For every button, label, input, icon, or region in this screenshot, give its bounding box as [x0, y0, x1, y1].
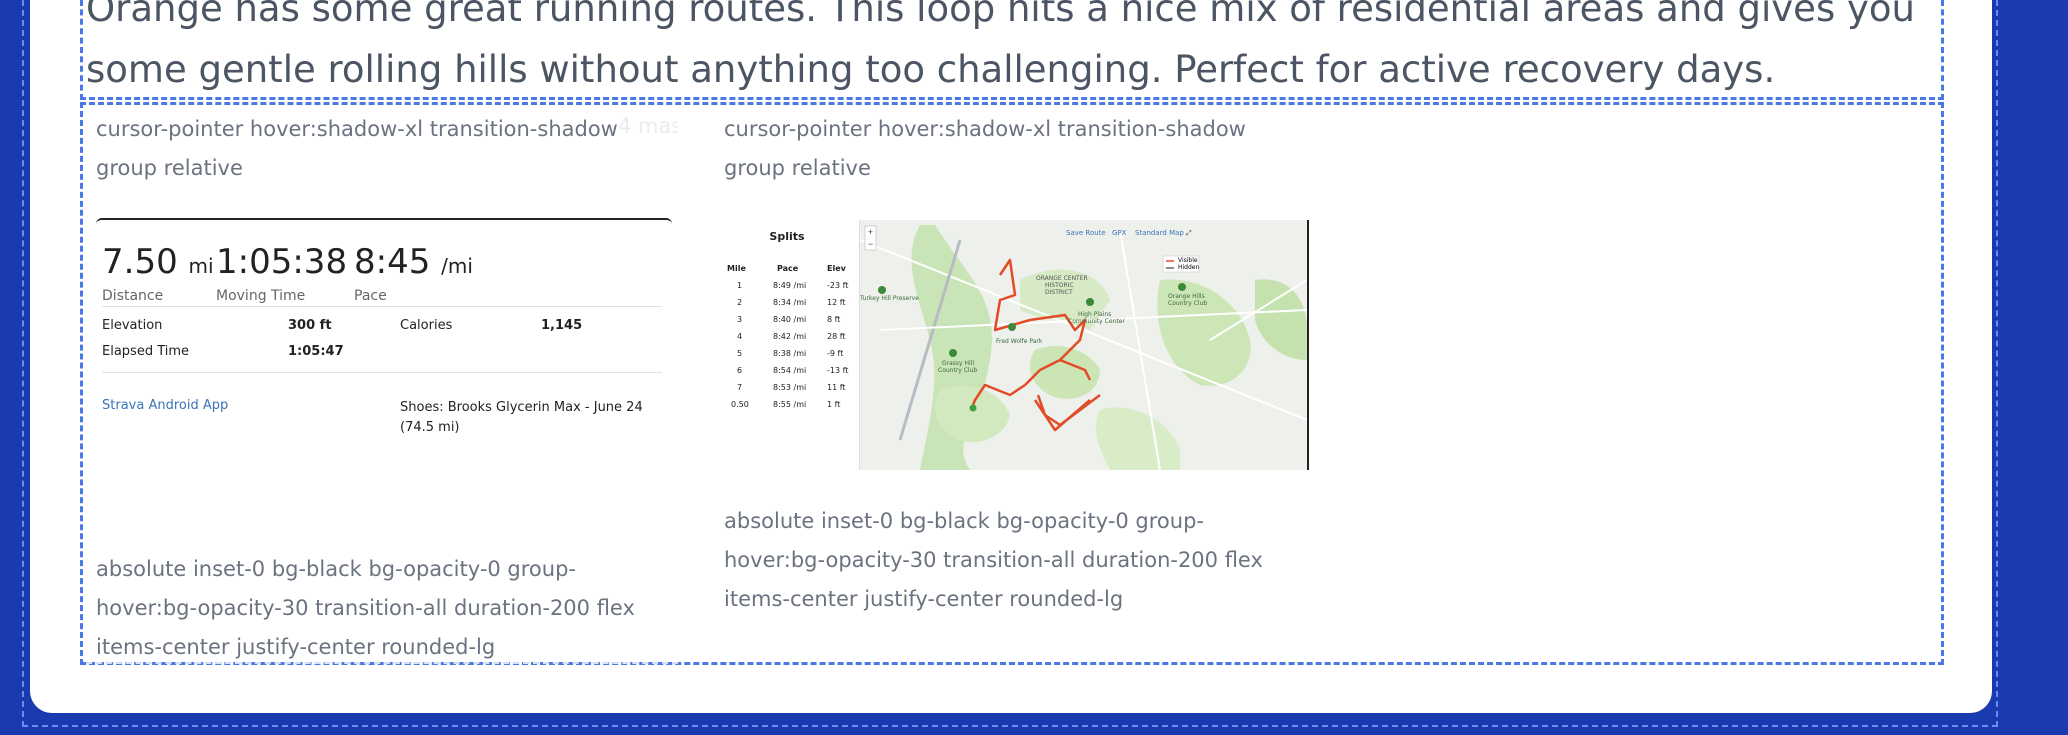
route-description: Orange has some great running routes. Th…	[86, 0, 1915, 91]
activity-screenshot-1[interactable]: 7.50 mi Distance 1:05:38 Moving Time 8:4…	[96, 218, 672, 435]
map-label-historic: HISTORIC	[1045, 282, 1074, 289]
splits-table: Splits Mile Pace Elev 1 8:49 /mi -23 ft …	[715, 220, 860, 470]
splits-title: Splits	[769, 230, 805, 243]
split-elev: 1 ft	[827, 400, 841, 409]
gallery-item-2-overlay-line1: absolute inset-0 bg-black bg-opacity-0 g…	[724, 509, 1204, 533]
divider	[102, 372, 662, 373]
elapsed-time-label: Elapsed Time	[102, 344, 190, 359]
activity-screenshot-2[interactable]: Splits Mile Pace Elev 1 8:49 /mi -23 ft …	[715, 220, 1309, 470]
elevation-label: Elevation	[102, 318, 163, 333]
splits-header-pace: Pace	[777, 264, 799, 273]
gallery-item-2-overlay-line2: hover:bg-opacity-30 transition-all durat…	[724, 548, 1263, 572]
splits-header-elev: Elev	[827, 264, 846, 273]
gallery-item-1-overlay-line1: absolute inset-0 bg-black bg-opacity-0 g…	[96, 557, 576, 581]
map-label-high-plains: High Plains	[1078, 311, 1112, 318]
split-mile: 5	[737, 349, 743, 358]
svg-text:+: +	[868, 227, 873, 237]
split-pace: 8:42 /mi	[773, 332, 807, 341]
gallery-item-2-class-line2: group relative	[724, 156, 871, 180]
split-elev: 8 ft	[827, 315, 841, 324]
split-elev: -23 ft	[827, 281, 849, 290]
split-pace: 8:40 /mi	[773, 315, 807, 324]
pace-stat: 8:45 /mi Pace	[354, 242, 473, 304]
gallery-item-1-overlay-line2: hover:bg-opacity-30 transition-all durat…	[96, 596, 635, 620]
split-mile: 7	[737, 383, 743, 392]
strava-app-link[interactable]: Strava Android App	[102, 398, 228, 413]
gpx-button[interactable]: GPX	[1112, 229, 1126, 237]
gallery-item-2-overlay-line3: items-center justify-center rounded-lg	[724, 587, 1124, 611]
save-route-button[interactable]: Save Route	[1066, 229, 1106, 237]
split-pace: 8:53 /mi	[773, 383, 807, 392]
split-mile: 4	[737, 332, 743, 341]
split-pace: 8:49 /mi	[773, 281, 807, 290]
route-map[interactable]: + − Save Route GPX Standard Map ⤢ Visibl…	[859, 220, 1308, 470]
map-type-select[interactable]: Standard Map	[1135, 229, 1184, 237]
map-label-fred-wolfe: Fred Wolfe Park	[996, 338, 1043, 345]
split-pace: 8:54 /mi	[773, 366, 807, 375]
elapsed-time-value: 1:05:47	[288, 344, 344, 359]
split-elev: 28 ft	[827, 332, 846, 341]
map-label-orange-hills: Orange Hills	[1168, 293, 1205, 300]
gallery-item-1-outline	[86, 662, 678, 664]
map-label-district: DISTRICT	[1045, 289, 1073, 296]
route-map-svg: + −	[859, 220, 1308, 470]
split-elev: -13 ft	[827, 366, 849, 375]
shoes-info: Shoes: Brooks Glycerin Max - June 24 (74…	[400, 400, 643, 435]
gallery-item-1-class-line1: cursor-pointer hover:shadow-xl transitio…	[96, 117, 618, 141]
split-mile: 3	[737, 315, 743, 324]
gallery-item-2-class-line1: cursor-pointer hover:shadow-xl transitio…	[724, 117, 1246, 141]
split-elev: -9 ft	[827, 349, 844, 358]
map-label-turkey-hill: Turkey Hill Preserve	[860, 295, 919, 302]
split-mile: 6	[737, 366, 743, 375]
expand-icon[interactable]: ⤢	[1186, 229, 1192, 238]
svg-text:−: −	[868, 239, 873, 249]
split-mile: 1	[737, 281, 743, 290]
calories-label: Calories	[400, 318, 453, 333]
divider	[102, 306, 662, 307]
legend-visible: Visible	[1178, 257, 1198, 264]
start-marker	[969, 404, 977, 412]
elevation-value: 300 ft	[288, 318, 332, 333]
split-mile: 2	[737, 298, 743, 307]
splits-header-mile: Mile	[727, 264, 746, 273]
map-label-orange-hills-cc: Country Club	[1168, 300, 1208, 307]
gallery-item-1-class-line2: group relative	[96, 156, 243, 180]
moving-time-stat: 1:05:38 Moving Time	[216, 242, 348, 304]
legend-hidden: Hidden	[1178, 264, 1200, 271]
map-label-country-club: Country Club	[938, 367, 978, 374]
split-pace: 8:34 /mi	[773, 298, 807, 307]
split-elev: 11 ft	[827, 383, 846, 392]
map-label-orange-center: ORANGE CENTER	[1036, 275, 1088, 282]
split-pace: 8:55 /mi	[773, 400, 807, 409]
distance-stat: 7.50 mi Distance	[102, 242, 214, 304]
split-pace: 8:38 /mi	[773, 349, 807, 358]
split-mile: 0.50	[731, 400, 749, 409]
calories-value: 1,145	[541, 318, 583, 333]
split-elev: 12 ft	[827, 298, 846, 307]
map-label-grassy-hill: Grassy Hill	[942, 360, 975, 367]
map-label-community-center: Community Center	[1068, 318, 1125, 325]
